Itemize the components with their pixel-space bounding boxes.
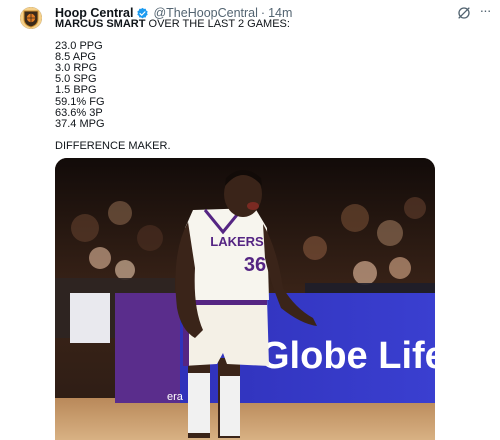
more-options-icon[interactable]: ··· <box>476 3 494 21</box>
stat-line: 63.6% 3P <box>55 106 103 119</box>
closing-line: DIFFERENCE MAKER. <box>55 139 171 152</box>
jersey-number: 36 <box>244 254 266 276</box>
headline-rest: OVER THE LAST 2 GAMES: <box>145 18 290 30</box>
avatar[interactable] <box>20 7 42 29</box>
stat-line: 37.4 MPG <box>55 117 105 130</box>
stat-line: 1.5 BPG <box>55 84 97 97</box>
stat-line: 3.0 RPG <box>55 62 98 75</box>
jersey-team: LAKERS <box>210 234 264 249</box>
sign-text: Globe Life <box>260 335 435 377</box>
sign-left-text: era <box>167 391 184 403</box>
stat-line: 23.0 PPG <box>55 40 103 53</box>
tweet-card[interactable]: Hoop Central @TheHoopCentral · 14m ··· M… <box>0 0 500 440</box>
photo-player-celebrating: Globe Life era LAKERS 36 <box>55 158 435 440</box>
stat-line: 5.0 SPG <box>55 73 97 86</box>
headline-bold: MARCUS SMART <box>55 18 146 30</box>
avatar-logo-icon <box>20 7 42 29</box>
headline: MARCUS SMART OVER THE LAST 2 GAMES: <box>55 18 475 30</box>
stat-line: 59.1% FG <box>55 95 105 108</box>
tweet-photo[interactable]: Globe Life era LAKERS 36 <box>55 158 435 440</box>
tweet-text: MARCUS SMART OVER THE LAST 2 GAMES: 23.0… <box>55 18 475 152</box>
stat-line: 8.5 APG <box>55 51 96 64</box>
